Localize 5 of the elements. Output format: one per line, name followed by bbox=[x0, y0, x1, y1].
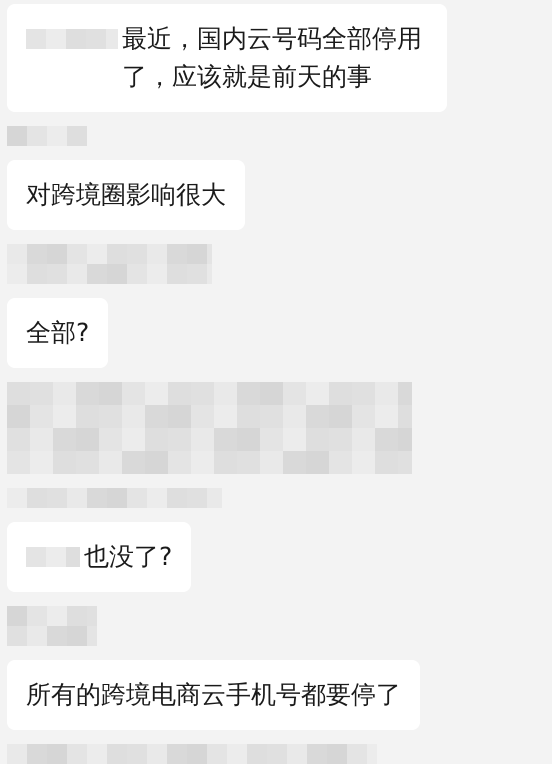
message-text: 也没了? bbox=[84, 541, 172, 573]
message-text: 最近，国内云号码全部停用了，应该就是前天的事 bbox=[122, 23, 423, 93]
message-text: 对跨境圈影响很大 bbox=[26, 179, 226, 211]
message-text: 全部? bbox=[26, 317, 90, 349]
message-text: 所有的跨境电商云手机号都要停了 bbox=[26, 679, 401, 711]
